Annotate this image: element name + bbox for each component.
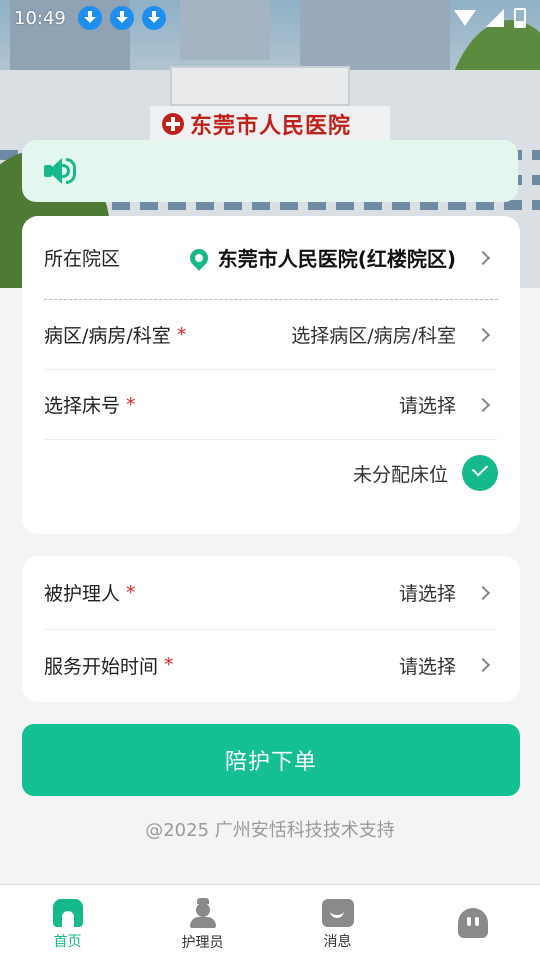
footer-credit: @2025 广州安恬科技技术支持 (145, 820, 395, 841)
unassigned-bed-label: 未分配床位 (352, 463, 448, 486)
required-mark: * (126, 581, 136, 604)
location-pin-icon (185, 244, 212, 271)
location-card: 所在院区 东莞市人民医院(红楼院区) 病区/病房/科室 * 选择病区/病房/科室… (22, 216, 520, 534)
status-time: 10:49 (14, 7, 66, 29)
message-icon (321, 898, 354, 927)
bed-label: 选择床号 (44, 395, 121, 417)
patient-select[interactable]: 请选择 (399, 579, 456, 606)
status-bar: 10:49 (0, 0, 540, 36)
ward-select[interactable]: 选择病区/病房/科室 (291, 321, 456, 348)
submit-order-button[interactable]: 陪护下单 (22, 724, 520, 796)
patient-card: 被护理人 * 请选择 服务开始时间 * 请选择 (22, 556, 520, 702)
signal-icon (486, 9, 504, 27)
start-time-select[interactable]: 请选择 (399, 652, 456, 679)
chevron-right-icon (475, 585, 491, 600)
ward-row[interactable]: 病区/病房/科室 * 选择病区/病房/科室 (44, 300, 498, 370)
ward-label: 病区/病房/科室 (44, 325, 171, 347)
profile-icon (457, 907, 488, 938)
patient-label: 被护理人 (44, 583, 121, 605)
download-icon (141, 6, 166, 30)
notice-bar[interactable] (22, 140, 518, 202)
chevron-right-icon (475, 327, 491, 342)
unassigned-bed-row: 未分配床位 (44, 440, 498, 506)
hospital-sign: 东莞市人民医院 (162, 110, 382, 139)
required-mark: * (176, 323, 187, 346)
tab-home[interactable]: 首页 (0, 885, 135, 960)
tab-messages[interactable]: 消息 (270, 885, 405, 960)
tab-profile[interactable] (405, 885, 540, 960)
tab-label: 首页 (53, 933, 82, 950)
campus-value: 东莞市人民医院(红楼院区) (185, 243, 456, 272)
chevron-right-icon (475, 397, 491, 412)
tab-label: 消息 (323, 933, 352, 950)
unassigned-bed-checkbox[interactable] (462, 455, 498, 491)
campus-label: 所在院区 (44, 248, 121, 270)
required-mark: * (164, 654, 174, 676)
start-time-row[interactable]: 服务开始时间 * 请选择 (44, 630, 498, 700)
chevron-right-icon (475, 657, 491, 673)
bed-row[interactable]: 选择床号 * 请选择 (44, 370, 498, 440)
patient-row[interactable]: 被护理人 * 请选择 (44, 556, 498, 630)
download-icon (109, 6, 134, 30)
nurse-icon (188, 897, 218, 928)
campus-row[interactable]: 所在院区 东莞市人民医院(红楼院区) (44, 216, 498, 300)
tab-label: 护理员 (181, 934, 224, 951)
bottom-tab-bar: 首页 护理员 消息 (0, 884, 540, 960)
required-mark: * (126, 393, 136, 416)
start-time-label: 服务开始时间 (44, 655, 159, 678)
home-icon (52, 898, 83, 927)
tab-caregiver[interactable]: 护理员 (135, 885, 270, 960)
red-cross-icon (162, 113, 184, 135)
chevron-right-icon (475, 250, 491, 265)
download-icon (77, 6, 102, 30)
speaker-icon (44, 156, 78, 186)
wifi-icon (454, 10, 476, 26)
battery-icon (514, 8, 526, 28)
bed-select[interactable]: 请选择 (399, 391, 456, 418)
